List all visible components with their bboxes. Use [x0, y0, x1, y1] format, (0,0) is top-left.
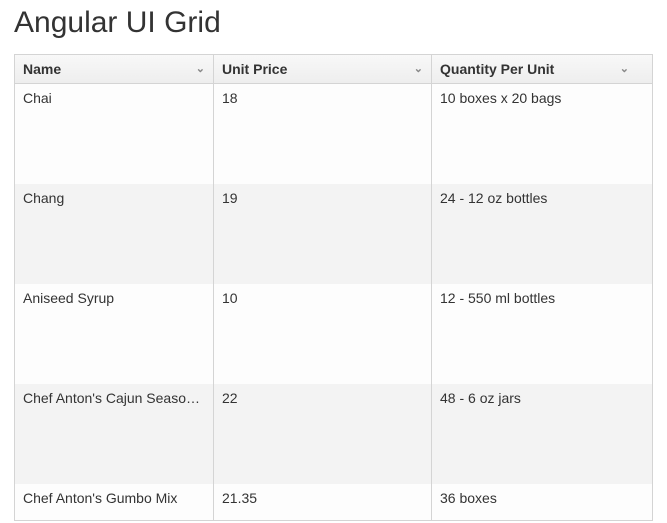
cell-unit-price: 18: [214, 84, 432, 184]
cell-unit-price: 10: [214, 284, 432, 384]
table-row[interactable]: Chai 18 10 boxes x 20 bags: [15, 84, 652, 184]
grid-header-row: Name ⌄ Unit Price ⌄ Quantity Per Unit ⌄: [15, 55, 652, 84]
column-header-unit-price[interactable]: Unit Price ⌄: [214, 55, 432, 83]
cell-qty-per-unit: 12 - 550 ml bottles: [432, 284, 637, 384]
cell-name: Chef Anton's Cajun Seasoning: [15, 384, 214, 484]
column-header-label: Name: [23, 61, 61, 77]
table-row[interactable]: Chang 19 24 - 12 oz bottles: [15, 184, 652, 284]
grid-body[interactable]: Chai 18 10 boxes x 20 bags Chang 19 24 -…: [15, 84, 652, 520]
data-grid: Name ⌄ Unit Price ⌄ Quantity Per Unit ⌄ …: [14, 54, 653, 521]
chevron-down-icon[interactable]: ⌄: [620, 64, 629, 75]
cell-name: Chai: [15, 84, 214, 184]
cell-unit-price: 22: [214, 384, 432, 484]
cell-name: Chef Anton's Gumbo Mix: [15, 484, 214, 520]
cell-name: Aniseed Syrup: [15, 284, 214, 384]
cell-unit-price: 21.35: [214, 484, 432, 520]
table-row[interactable]: Aniseed Syrup 10 12 - 550 ml bottles: [15, 284, 652, 384]
column-header-qty-per-unit[interactable]: Quantity Per Unit ⌄: [432, 55, 637, 83]
chevron-down-icon[interactable]: ⌄: [196, 64, 205, 75]
column-header-name[interactable]: Name ⌄: [15, 55, 214, 83]
cell-qty-per-unit: 48 - 6 oz jars: [432, 384, 637, 484]
cell-qty-per-unit: 24 - 12 oz bottles: [432, 184, 637, 284]
table-row[interactable]: Chef Anton's Cajun Seasoning 22 48 - 6 o…: [15, 384, 652, 484]
cell-name: Chang: [15, 184, 214, 284]
column-header-label: Quantity Per Unit: [440, 61, 554, 77]
chevron-down-icon[interactable]: ⌄: [414, 64, 423, 75]
cell-qty-per-unit: 36 boxes: [432, 484, 637, 520]
cell-unit-price: 19: [214, 184, 432, 284]
cell-qty-per-unit: 10 boxes x 20 bags: [432, 84, 637, 184]
table-row[interactable]: Chef Anton's Gumbo Mix 21.35 36 boxes: [15, 484, 652, 520]
page-title: Angular UI Grid: [14, 6, 653, 40]
column-header-label: Unit Price: [222, 61, 287, 77]
